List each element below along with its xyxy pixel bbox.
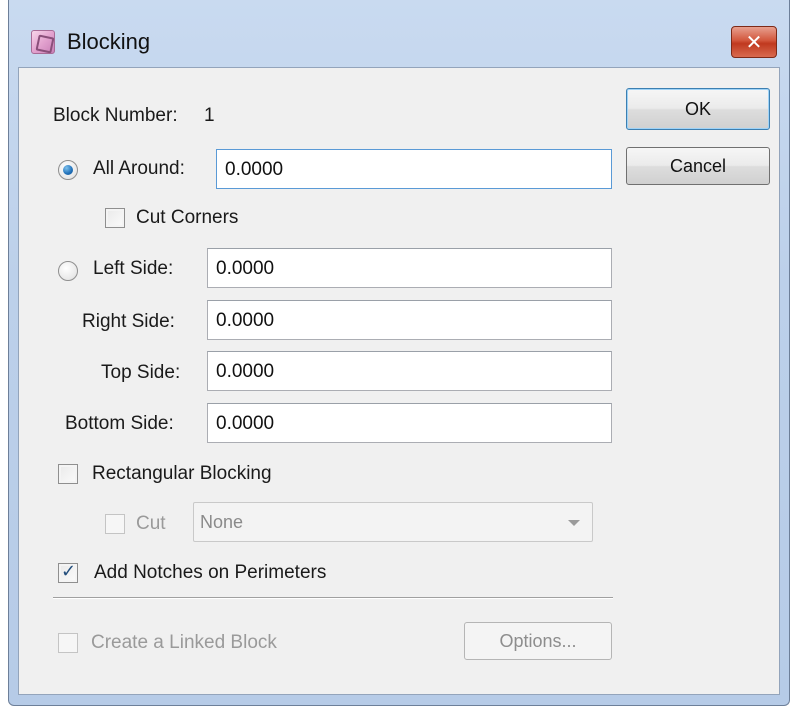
right-side-label: Right Side: — [82, 311, 175, 332]
close-button[interactable]: ✕ — [731, 26, 777, 58]
title-bar[interactable]: Blocking ✕ — [9, 0, 789, 60]
all-around-value: 0.0000 — [225, 159, 284, 180]
options-button-label: Options... — [499, 630, 577, 651]
dialog-body: Block Number: 1 OK Cancel All Around: 0.… — [18, 67, 780, 695]
bottom-side-value: 0.0000 — [216, 413, 275, 434]
checkmark-icon: ✓ — [61, 561, 77, 582]
block-number-label: Block Number: — [53, 105, 178, 126]
all-around-radio[interactable] — [58, 160, 78, 180]
bottom-side-label: Bottom Side: — [65, 413, 174, 434]
radio-selected-dot — [63, 165, 73, 175]
top-side-input[interactable]: 0.0000 — [207, 351, 612, 391]
cut-label: Cut — [136, 513, 166, 534]
linked-block-label: Create a Linked Block — [91, 632, 277, 653]
add-notches-label: Add Notches on Perimeters — [94, 562, 327, 583]
cut-dropdown[interactable]: None — [193, 502, 593, 542]
block-number-value: 1 — [204, 105, 215, 126]
rectangular-blocking-checkbox[interactable] — [58, 464, 78, 484]
top-side-value: 0.0000 — [216, 361, 275, 382]
chevron-down-icon — [568, 520, 580, 526]
all-around-input[interactable]: 0.0000 — [216, 149, 612, 189]
cut-corners-checkbox[interactable] — [105, 208, 125, 228]
blocking-app-icon — [31, 30, 55, 54]
window-title: Blocking — [67, 29, 151, 54]
bottom-side-input[interactable]: 0.0000 — [207, 403, 612, 443]
add-notches-checkbox[interactable]: ✓ — [58, 561, 78, 583]
rectangular-blocking-label: Rectangular Blocking — [92, 463, 272, 484]
cut-corners-label: Cut Corners — [136, 207, 239, 228]
close-icon: ✕ — [745, 30, 763, 54]
separator — [53, 597, 613, 599]
left-side-label: Left Side: — [93, 258, 174, 279]
linked-block-checkbox[interactable] — [58, 633, 78, 653]
blocking-dialog: Blocking ✕ Block Number: 1 OK Cancel All… — [8, 0, 790, 706]
left-side-value: 0.0000 — [216, 258, 275, 279]
left-side-radio[interactable] — [58, 261, 78, 281]
cancel-button[interactable]: Cancel — [626, 147, 770, 185]
right-side-input[interactable]: 0.0000 — [207, 300, 612, 340]
top-side-label: Top Side: — [101, 362, 181, 383]
ok-button-label: OK — [684, 98, 711, 119]
all-around-label: All Around: — [93, 158, 185, 179]
cut-dropdown-value: None — [200, 512, 244, 532]
cut-checkbox[interactable] — [105, 514, 125, 534]
cancel-button-label: Cancel — [669, 155, 727, 176]
options-button[interactable]: Options... — [464, 622, 612, 660]
right-side-value: 0.0000 — [216, 310, 275, 331]
ok-button[interactable]: OK — [626, 88, 770, 130]
left-side-input[interactable]: 0.0000 — [207, 248, 612, 288]
